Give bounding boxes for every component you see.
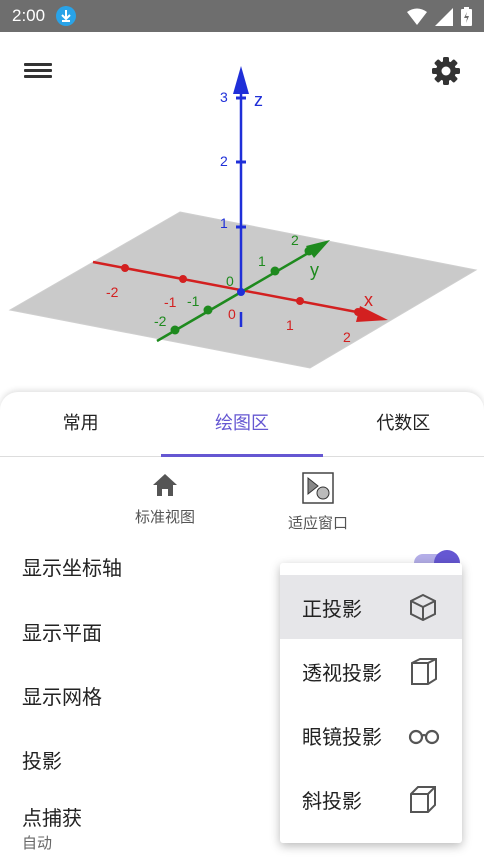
fit-window-icon — [302, 472, 334, 504]
z-tick-label: 2 — [220, 153, 228, 169]
home-icon — [153, 474, 177, 496]
settings-gear-icon[interactable] — [430, 55, 462, 87]
perspective-cube-icon — [411, 658, 437, 685]
menu-item-orthographic[interactable]: 正投影 — [280, 575, 462, 639]
projection-menu: 正投影 透视投影 眼镜投影 斜投影 — [280, 563, 462, 843]
wifi-icon — [407, 8, 427, 25]
download-icon — [56, 6, 76, 26]
x-tick-label: 2 — [343, 329, 351, 345]
x-tick-label: -1 — [164, 294, 177, 310]
glasses-icon — [408, 729, 440, 745]
menu-item-glasses[interactable]: 眼镜投影 — [280, 703, 462, 767]
graphics-3d-view[interactable]: 3 2 1 z -2 -1 0 1 2 x -2 -1 0 1 2 y — [0, 32, 484, 402]
show-grid-setting[interactable]: 显示网格 — [22, 681, 102, 710]
oblique-cube-icon — [410, 786, 436, 813]
fit-window-label: 适应窗口 — [287, 514, 348, 532]
tab-algebra[interactable]: 代数区 — [323, 392, 484, 456]
point-capture-setting[interactable]: 点捕获 — [22, 802, 82, 831]
x-tick-label: 1 — [286, 317, 294, 333]
point-capture-value: 自动 — [22, 834, 53, 852]
standard-view-label: 标准视图 — [134, 508, 195, 526]
z-tick-label: 3 — [220, 89, 228, 105]
y-tick-label: -2 — [154, 313, 167, 329]
hamburger-menu-icon[interactable] — [24, 60, 52, 82]
x-axis-label: x — [364, 290, 373, 310]
x-tick-label: 0 — [228, 306, 236, 322]
menu-item-label: 眼镜投影 — [302, 725, 382, 749]
show-plane-setting[interactable]: 显示平面 — [22, 617, 102, 646]
status-bar: 2:00 — [0, 0, 484, 32]
z-axis-label: z — [254, 90, 263, 110]
tab-general[interactable]: 常用 — [0, 392, 161, 456]
y-tick-label: 1 — [258, 253, 266, 269]
menu-item-label: 正投影 — [302, 597, 362, 621]
menu-item-label: 斜投影 — [302, 789, 362, 813]
menu-item-label: 透视投影 — [302, 661, 382, 685]
y-axis-label: y — [310, 260, 319, 280]
projection-setting[interactable]: 投影 — [22, 745, 62, 774]
fit-window-button[interactable]: 适应窗口 — [263, 472, 373, 532]
show-axes-setting[interactable]: 显示坐标轴 — [22, 552, 122, 581]
y-tick-label: 0 — [226, 273, 234, 289]
x-tick-label: -2 — [106, 284, 119, 300]
z-axis-arrow — [233, 66, 249, 94]
menu-item-perspective[interactable]: 透视投影 — [280, 639, 462, 703]
orthographic-cube-icon — [410, 593, 436, 621]
tab-bar: 常用 绘图区 代数区 — [0, 392, 484, 457]
standard-view-button[interactable]: 标准视图 — [110, 472, 220, 532]
menu-item-oblique[interactable]: 斜投影 — [280, 767, 462, 831]
signal-icon — [435, 7, 453, 26]
battery-icon — [461, 7, 472, 26]
tab-graphics[interactable]: 绘图区 — [161, 392, 323, 457]
z-tick-label: 1 — [220, 215, 228, 231]
status-time: 2:00 — [12, 6, 46, 25]
y-tick-label: -1 — [187, 293, 200, 309]
y-tick-label: 2 — [291, 232, 299, 248]
